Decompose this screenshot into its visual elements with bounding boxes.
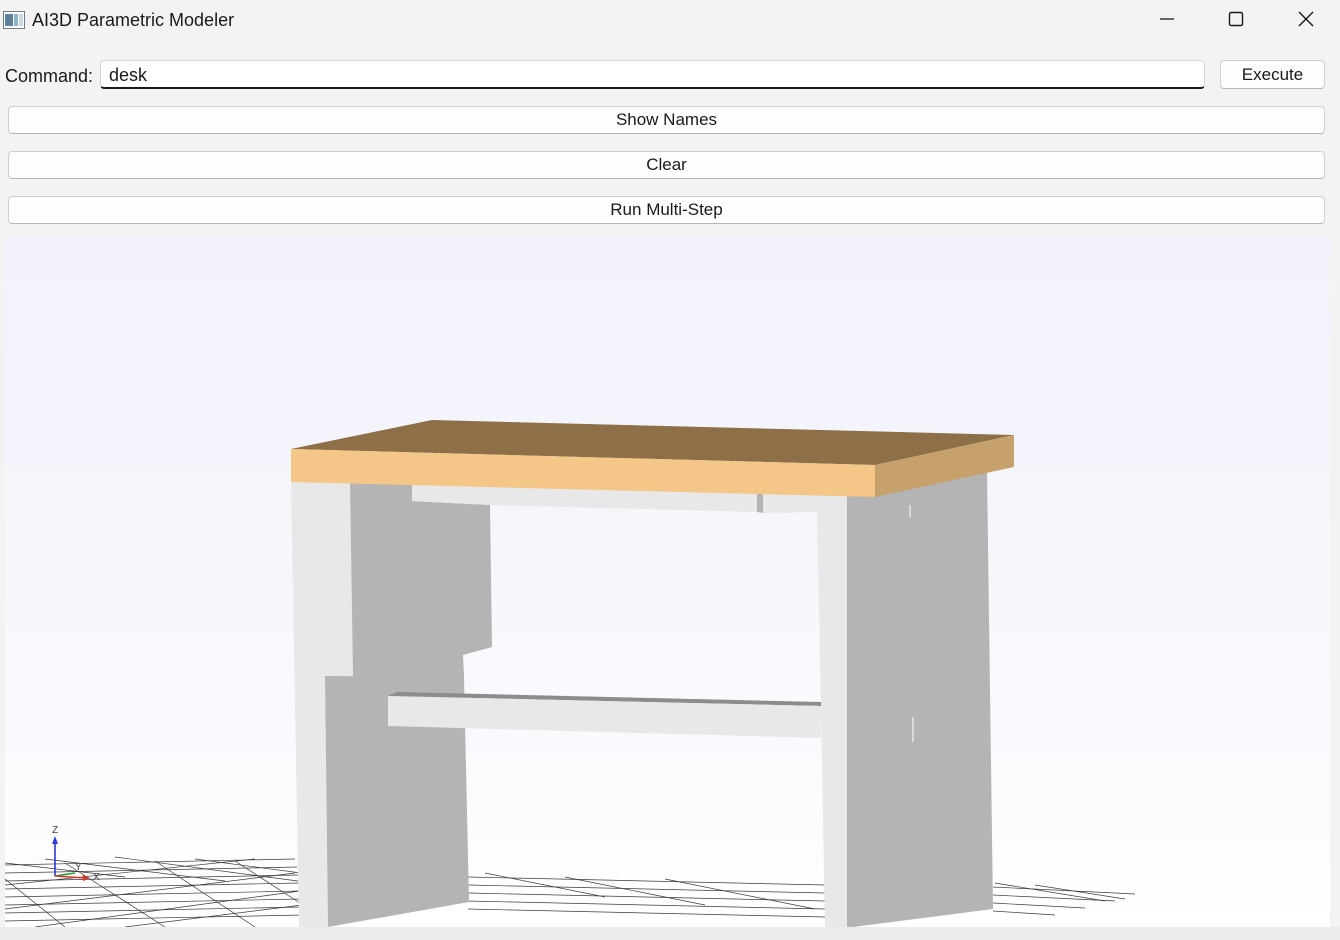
maximize-icon — [1228, 11, 1244, 32]
command-input[interactable] — [100, 60, 1205, 89]
app-icon — [3, 11, 25, 29]
right-leg — [817, 472, 993, 927]
window-title: AI3D Parametric Modeler — [32, 10, 235, 30]
run-multi-step-button[interactable]: Run Multi-Step — [8, 196, 1325, 224]
3d-viewport[interactable]: Z Y X — [5, 237, 1330, 927]
app-window: AI3D Parametric Modeler Command: Execute… — [0, 0, 1340, 940]
maximize-button[interactable] — [1201, 0, 1271, 42]
clear-button[interactable]: Clear — [8, 151, 1325, 179]
z-axis-arrow — [52, 836, 58, 844]
axis-triad: Z Y X — [52, 825, 100, 883]
y-axis-label: Y — [75, 862, 82, 873]
x-axis-arrow — [83, 875, 90, 881]
show-names-button[interactable]: Show Names — [8, 106, 1325, 134]
viewport-canvas[interactable]: Z Y X — [5, 237, 1330, 927]
minimize-button[interactable] — [1132, 0, 1202, 42]
minimize-icon — [1159, 11, 1175, 32]
close-button[interactable] — [1271, 0, 1340, 42]
x-axis-line — [54, 875, 86, 879]
execute-button[interactable]: Execute — [1220, 60, 1325, 89]
title-bar[interactable]: AI3D Parametric Modeler — [0, 0, 1340, 42]
z-axis-label: Z — [52, 825, 58, 836]
status-strip — [0, 927, 1340, 940]
command-label: Command: — [5, 66, 94, 86]
close-icon — [1297, 10, 1315, 33]
x-axis-label: X — [93, 872, 100, 883]
